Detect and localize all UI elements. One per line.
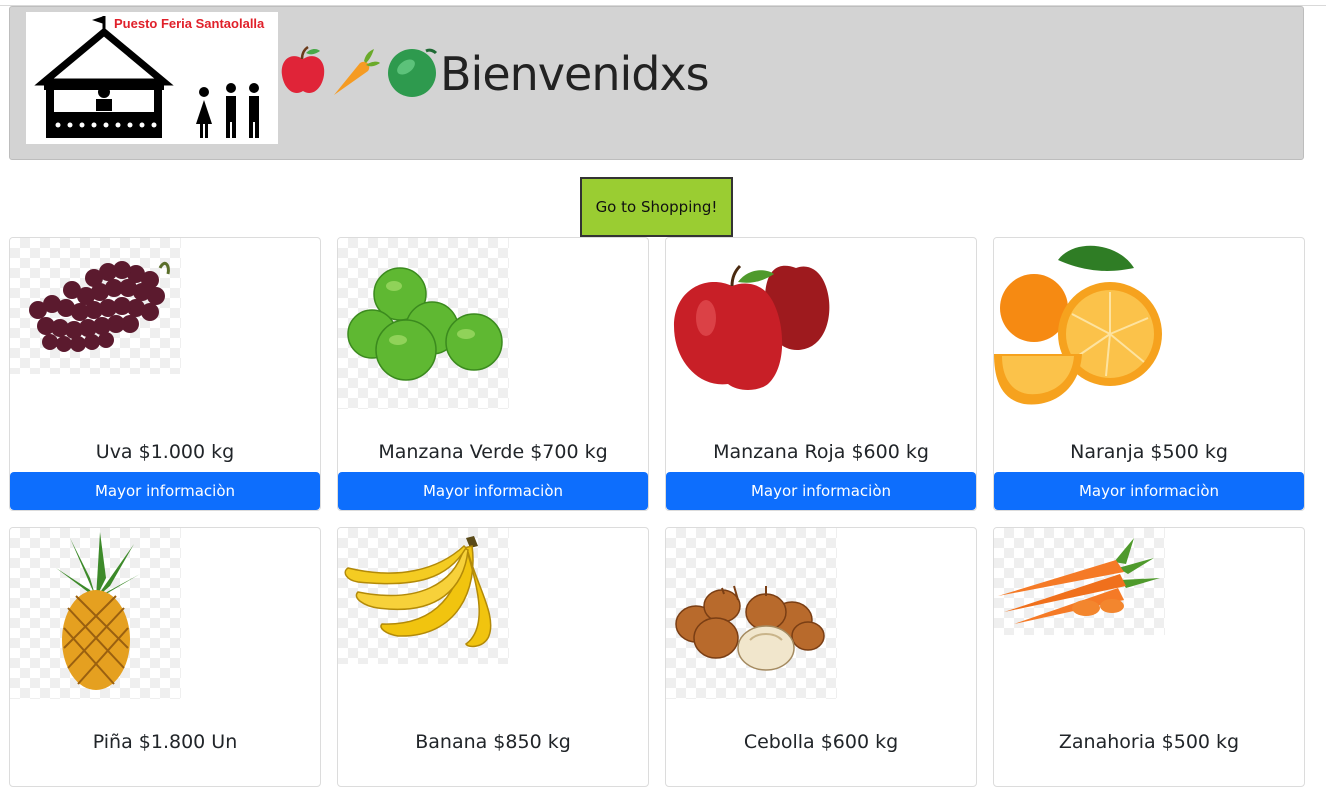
more-info-button[interactable]: Mayor informaciòn <box>994 472 1304 510</box>
more-info-button[interactable]: Mayor informaciòn <box>10 472 320 510</box>
bananas-image <box>338 528 509 664</box>
onions-image <box>666 528 837 699</box>
logo-text: Puesto Feria Santaolalla <box>114 16 265 31</box>
product-title: Banana $850 kg <box>415 731 571 753</box>
product-title: Zanahoria $500 kg <box>1058 731 1240 753</box>
product-title: Uva $1.000 kg <box>95 441 235 463</box>
lime-icon <box>388 48 438 97</box>
product-title: Cebolla $600 kg <box>743 731 899 753</box>
product-card-manzana-verde: Manzana Verde $700 kg Mayor informaciòn <box>337 237 649 511</box>
product-card-cebolla: Cebolla $600 kg <box>665 527 977 787</box>
apple-icon <box>281 45 325 94</box>
more-info-button[interactable]: Mayor informaciòn <box>666 472 976 510</box>
product-card-pina: Piña $1.800 Un <box>9 527 321 787</box>
page-header: Puesto Feria Santaolalla Bienvenidxs <box>9 6 1304 160</box>
grapes-image <box>10 238 181 374</box>
carrot-icon <box>334 49 380 95</box>
pineapple-image <box>10 528 181 699</box>
green-apples-image <box>338 238 509 409</box>
more-info-button[interactable]: Mayor informaciòn <box>338 472 648 510</box>
market-stall-logo: Puesto Feria Santaolalla <box>26 12 278 144</box>
product-title: Piña $1.800 Un <box>92 731 238 753</box>
carrots-image <box>994 528 1165 635</box>
welcome-heading: Bienvenidxs <box>440 47 710 101</box>
product-card-naranja: Naranja $500 kg Mayor informaciòn <box>993 237 1305 511</box>
product-title: Manzana Roja $600 kg <box>713 441 929 463</box>
product-card-zanahoria: Zanahoria $500 kg <box>993 527 1305 787</box>
product-card-banana: Banana $850 kg <box>337 527 649 787</box>
product-card-manzana-roja: Manzana Roja $600 kg Mayor informaciòn <box>665 237 977 511</box>
product-title: Manzana Verde $700 kg <box>378 441 608 463</box>
oranges-image <box>994 238 1165 409</box>
go-shopping-button[interactable]: Go to Shopping! <box>580 177 733 237</box>
product-title: Naranja $500 kg <box>1070 441 1228 463</box>
product-card-uva: Uva $1.000 kg Mayor informaciòn <box>9 237 321 511</box>
red-apples-image <box>666 238 837 409</box>
